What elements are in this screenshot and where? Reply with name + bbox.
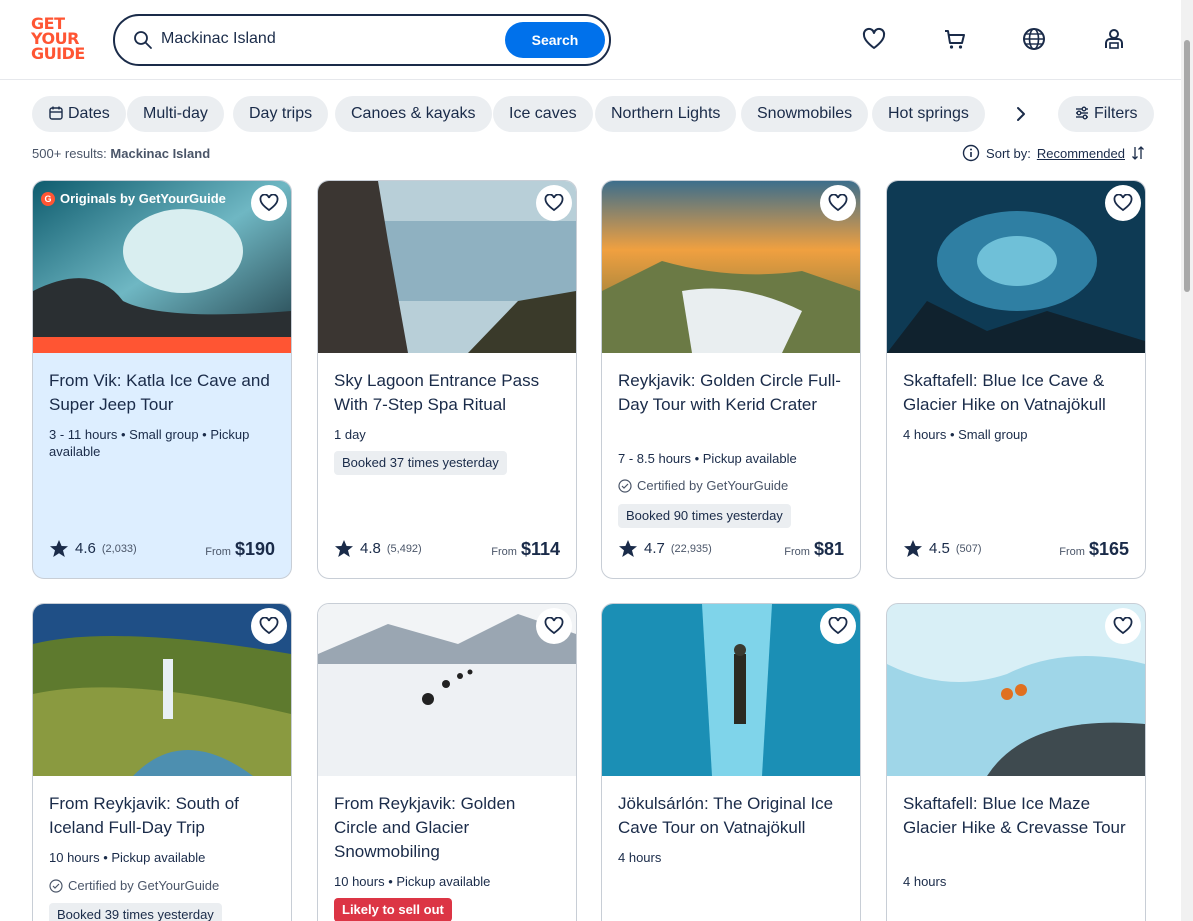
check-circle-icon bbox=[49, 878, 63, 893]
heart-icon bbox=[828, 617, 848, 635]
chip-ice-caves[interactable]: Ice caves bbox=[493, 96, 593, 132]
card-price: From $165 bbox=[1059, 539, 1129, 559]
chip-canoes-kayaks[interactable]: Canoes & kayaks bbox=[335, 96, 492, 132]
chevron-right-icon[interactable] bbox=[1011, 104, 1031, 124]
card-meta: 10 hours • Pickup available bbox=[49, 850, 206, 865]
chip-multi-day[interactable]: Multi-day bbox=[127, 96, 224, 132]
star-icon bbox=[904, 540, 922, 557]
card-title[interactable]: Skaftafell: Blue Ice Maze Glacier Hike &… bbox=[903, 792, 1131, 840]
heart-icon bbox=[544, 617, 564, 635]
booked-badge: Booked 90 times yesterday bbox=[618, 504, 791, 528]
wishlist-button[interactable] bbox=[1105, 185, 1141, 221]
card-rating: 4.7 (22,935) bbox=[618, 539, 712, 558]
heart-icon bbox=[828, 194, 848, 212]
chip-dates[interactable]: Dates bbox=[32, 96, 126, 132]
sliders-icon bbox=[1076, 106, 1088, 120]
search-bar[interactable]: Mackinac Island Search bbox=[113, 14, 611, 66]
heart-icon bbox=[259, 617, 279, 635]
certified-label: Certified by GetYourGuide bbox=[618, 478, 788, 493]
heart-icon bbox=[1113, 617, 1133, 635]
card-price: From $114 bbox=[491, 539, 560, 559]
card-title[interactable]: From Vik: Katla Ice Cave and Super Jeep … bbox=[49, 369, 277, 417]
card-title[interactable]: Jökulsárlón: The Original Ice Cave Tour … bbox=[618, 792, 846, 840]
star-icon bbox=[50, 540, 68, 557]
search-button[interactable]: Search bbox=[505, 22, 605, 58]
globe-icon[interactable] bbox=[1021, 26, 1047, 52]
card-meta: 7 - 8.5 hours • Pickup available bbox=[618, 451, 797, 466]
card-price: From $190 bbox=[205, 539, 275, 559]
card-rating: 4.5 (507) bbox=[903, 539, 982, 558]
info-icon[interactable] bbox=[962, 144, 980, 162]
card-title[interactable]: Skaftafell: Blue Ice Cave & Glacier Hike… bbox=[903, 369, 1131, 417]
heart-icon bbox=[259, 194, 279, 212]
search-input[interactable]: Mackinac Island bbox=[161, 30, 276, 48]
card-meta: 10 hours • Pickup available bbox=[334, 874, 491, 889]
activity-card[interactable]: Reykjavik: Golden Circle Full-Day Tour w… bbox=[601, 180, 861, 579]
activity-card[interactable]: From Reykjavik: Golden Circle and Glacie… bbox=[317, 603, 577, 921]
originals-bar bbox=[33, 337, 291, 353]
scrollbar-thumb[interactable] bbox=[1184, 40, 1190, 292]
getyourguide-logo[interactable]: GET YOUR GUIDE bbox=[31, 16, 91, 64]
sell-out-badge: Likely to sell out bbox=[334, 898, 452, 921]
wishlist-button[interactable] bbox=[820, 185, 856, 221]
card-title[interactable]: Sky Lagoon Entrance Pass With 7-Step Spa… bbox=[334, 369, 562, 417]
page-scrollbar[interactable] bbox=[1181, 0, 1193, 921]
card-price: From $81 bbox=[784, 539, 844, 559]
cart-icon[interactable] bbox=[942, 26, 968, 52]
card-meta: 4 hours bbox=[618, 850, 662, 865]
filters-button[interactable]: Filters bbox=[1058, 96, 1154, 132]
wishlist-button[interactable] bbox=[820, 608, 856, 644]
card-meta: 3 - 11 hours • Small group • Pickup avai… bbox=[49, 427, 250, 459]
results-count: 500+ results: Mackinac Island bbox=[32, 146, 211, 161]
card-meta: 1 day bbox=[334, 427, 366, 442]
card-title[interactable]: Reykjavik: Golden Circle Full-Day Tour w… bbox=[618, 369, 846, 417]
sort-value[interactable]: Recommended bbox=[1037, 146, 1125, 161]
activity-card[interactable]: Sky Lagoon Entrance Pass With 7-Step Spa… bbox=[317, 180, 577, 579]
card-meta: 4 hours bbox=[903, 874, 947, 889]
originals-label: G Originals by GetYourGuide bbox=[41, 191, 226, 206]
card-rating: 4.8 (5,492) bbox=[334, 539, 422, 558]
chip-day-trips[interactable]: Day trips bbox=[233, 96, 329, 132]
card-title[interactable]: From Reykjavik: Golden Circle and Glacie… bbox=[334, 792, 562, 864]
calendar-icon bbox=[49, 106, 63, 120]
chips-fade bbox=[988, 96, 1008, 132]
card-title[interactable]: From Reykjavik: South of Iceland Full-Da… bbox=[49, 792, 277, 840]
card-meta: 4 hours • Small group bbox=[903, 427, 1028, 442]
activity-card[interactable]: From Reykjavik: South of Iceland Full-Da… bbox=[32, 603, 292, 921]
wishlist-button[interactable] bbox=[251, 608, 287, 644]
star-icon bbox=[619, 540, 637, 557]
check-circle-icon bbox=[618, 478, 632, 493]
booked-badge: Booked 37 times yesterday bbox=[334, 451, 507, 475]
card-rating: 4.6 (2,033) bbox=[49, 539, 137, 558]
activity-card[interactable]: Jökulsárlón: The Original Ice Cave Tour … bbox=[601, 603, 861, 921]
header: GET YOUR GUIDE Mackinac Island Search bbox=[0, 0, 1193, 80]
certified-label: Certified by GetYourGuide bbox=[49, 878, 219, 893]
profile-icon[interactable] bbox=[1101, 26, 1127, 52]
wishlist-button[interactable] bbox=[536, 185, 572, 221]
wishlist-button[interactable] bbox=[251, 185, 287, 221]
sort-arrows-icon bbox=[1132, 146, 1144, 160]
heart-icon[interactable] bbox=[861, 26, 887, 52]
activity-card[interactable]: Skaftafell: Blue Ice Maze Glacier Hike &… bbox=[886, 603, 1146, 921]
activity-card[interactable]: Skaftafell: Blue Ice Cave & Glacier Hike… bbox=[886, 180, 1146, 579]
search-icon bbox=[134, 31, 152, 49]
wishlist-button[interactable] bbox=[1105, 608, 1141, 644]
booked-badge: Booked 39 times yesterday bbox=[49, 903, 222, 921]
heart-icon bbox=[1113, 194, 1133, 212]
chip-hot-springs[interactable]: Hot springs bbox=[872, 96, 985, 132]
chip-northern-lights[interactable]: Northern Lights bbox=[595, 96, 737, 132]
chip-snowmobiles[interactable]: Snowmobiles bbox=[741, 96, 869, 132]
activity-card[interactable]: G Originals by GetYourGuide From Vik: Kat… bbox=[32, 180, 292, 579]
wishlist-button[interactable] bbox=[536, 608, 572, 644]
heart-icon bbox=[544, 194, 564, 212]
star-icon bbox=[335, 540, 353, 557]
sort-control[interactable]: Sort by: Recommended bbox=[962, 144, 1145, 162]
